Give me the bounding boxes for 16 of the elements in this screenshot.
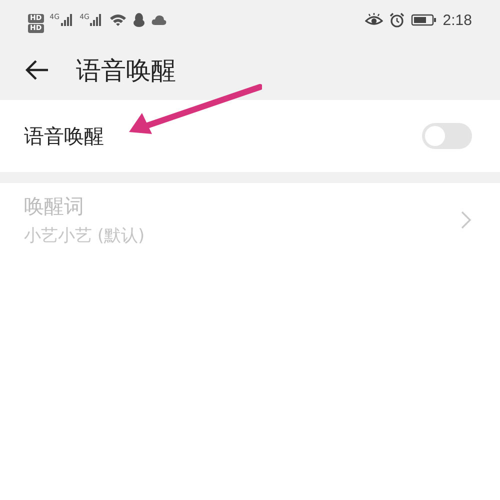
clock-time: 2:18 <box>442 12 472 28</box>
signal-icon <box>89 13 104 27</box>
toggle-switch[interactable] <box>422 123 472 149</box>
back-button[interactable] <box>24 59 50 81</box>
battery-icon <box>410 13 437 27</box>
page-title: 语音唤醒 <box>76 54 176 86</box>
wifi-icon <box>109 13 128 27</box>
signal-icon <box>60 13 74 27</box>
setting-label: 唤醒词 <box>24 193 85 220</box>
setting-value: 小艺小艺 (默认) <box>24 225 145 247</box>
eye-icon <box>364 13 383 27</box>
penguin-icon <box>133 12 146 28</box>
setting-label: 语音唤醒 <box>24 122 104 150</box>
alarm-icon <box>388 12 405 28</box>
cloud-icon <box>151 14 168 26</box>
chevron-icon <box>460 210 472 230</box>
